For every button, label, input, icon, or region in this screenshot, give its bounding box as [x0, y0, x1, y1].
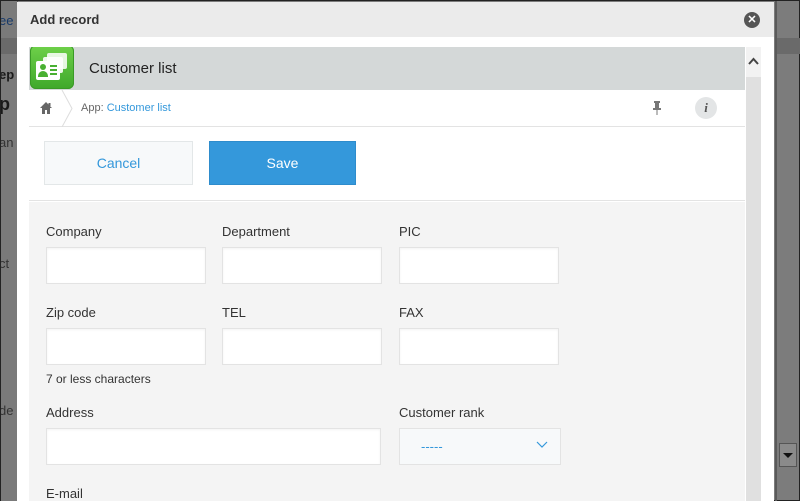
add-record-dialog: Add record ✕ Customer list App: Customer…	[17, 2, 774, 501]
customer-rank-value: -----	[421, 439, 443, 454]
save-button[interactable]: Save	[209, 141, 356, 185]
cancel-button[interactable]: Cancel	[44, 141, 193, 185]
background-text-fragment: ee	[1, 13, 14, 28]
fax-label: FAX	[399, 305, 424, 320]
background-divider	[775, 1, 777, 501]
app-title: Customer list	[89, 60, 177, 77]
zip-code-label: Zip code	[46, 305, 96, 320]
breadcrumb-app-link[interactable]: Customer list	[107, 102, 171, 114]
pin-icon[interactable]	[651, 100, 663, 116]
record-form: Company Department PIC Zip code 7 or les…	[29, 202, 745, 501]
background-left-strip: ee ep p an ct de	[1, 1, 18, 501]
background-scroll-down-button[interactable]	[779, 443, 797, 467]
dialog-body: Customer list App: Customer list i Cance…	[17, 37, 774, 501]
breadcrumb-separator	[61, 90, 73, 127]
background-band	[1, 38, 17, 54]
dialog-title: Add record	[30, 12, 100, 27]
company-input[interactable]	[46, 247, 206, 284]
chevron-up-icon	[748, 57, 759, 65]
department-input[interactable]	[222, 247, 382, 284]
address-label: Address	[46, 405, 94, 420]
dialog-scrollbar[interactable]	[746, 47, 761, 501]
company-label: Company	[46, 224, 102, 239]
chevron-down-icon	[536, 441, 548, 448]
scroll-up-button[interactable]	[746, 47, 761, 77]
email-label: E-mail	[46, 486, 83, 501]
close-icon[interactable]: ✕	[744, 12, 760, 28]
background-text-fragment: de	[1, 403, 14, 418]
customer-card-icon	[30, 47, 74, 89]
breadcrumb-path: App: Customer list	[81, 102, 171, 114]
pic-label: PIC	[399, 224, 421, 239]
tel-input[interactable]	[222, 328, 382, 365]
background-text-fragment: p	[1, 94, 10, 115]
info-button[interactable]: i	[695, 97, 717, 119]
tel-label: TEL	[222, 305, 246, 320]
record-toolbar: Cancel Save	[29, 127, 745, 201]
customer-rank-select[interactable]: -----	[399, 428, 561, 465]
background-band	[777, 38, 800, 54]
breadcrumb: App: Customer list i	[29, 90, 745, 127]
background-text-fragment: ct	[1, 256, 10, 271]
customer-rank-label: Customer rank	[399, 405, 485, 420]
zip-code-hint: 7 or less characters	[46, 372, 151, 386]
home-icon[interactable]	[39, 101, 53, 115]
pic-input[interactable]	[399, 247, 559, 284]
record-content: Customer list App: Customer list i Cance…	[29, 47, 745, 501]
department-label: Department	[222, 224, 290, 239]
background-text-fragment: an	[1, 135, 14, 150]
zip-code-input[interactable]	[46, 328, 206, 365]
breadcrumb-prefix: App:	[81, 102, 107, 114]
dialog-header: Add record ✕	[17, 2, 774, 37]
background-text-fragment: ep	[1, 67, 15, 82]
app-header: Customer list	[29, 47, 745, 90]
address-input[interactable]	[46, 428, 381, 465]
fax-input[interactable]	[399, 328, 559, 365]
